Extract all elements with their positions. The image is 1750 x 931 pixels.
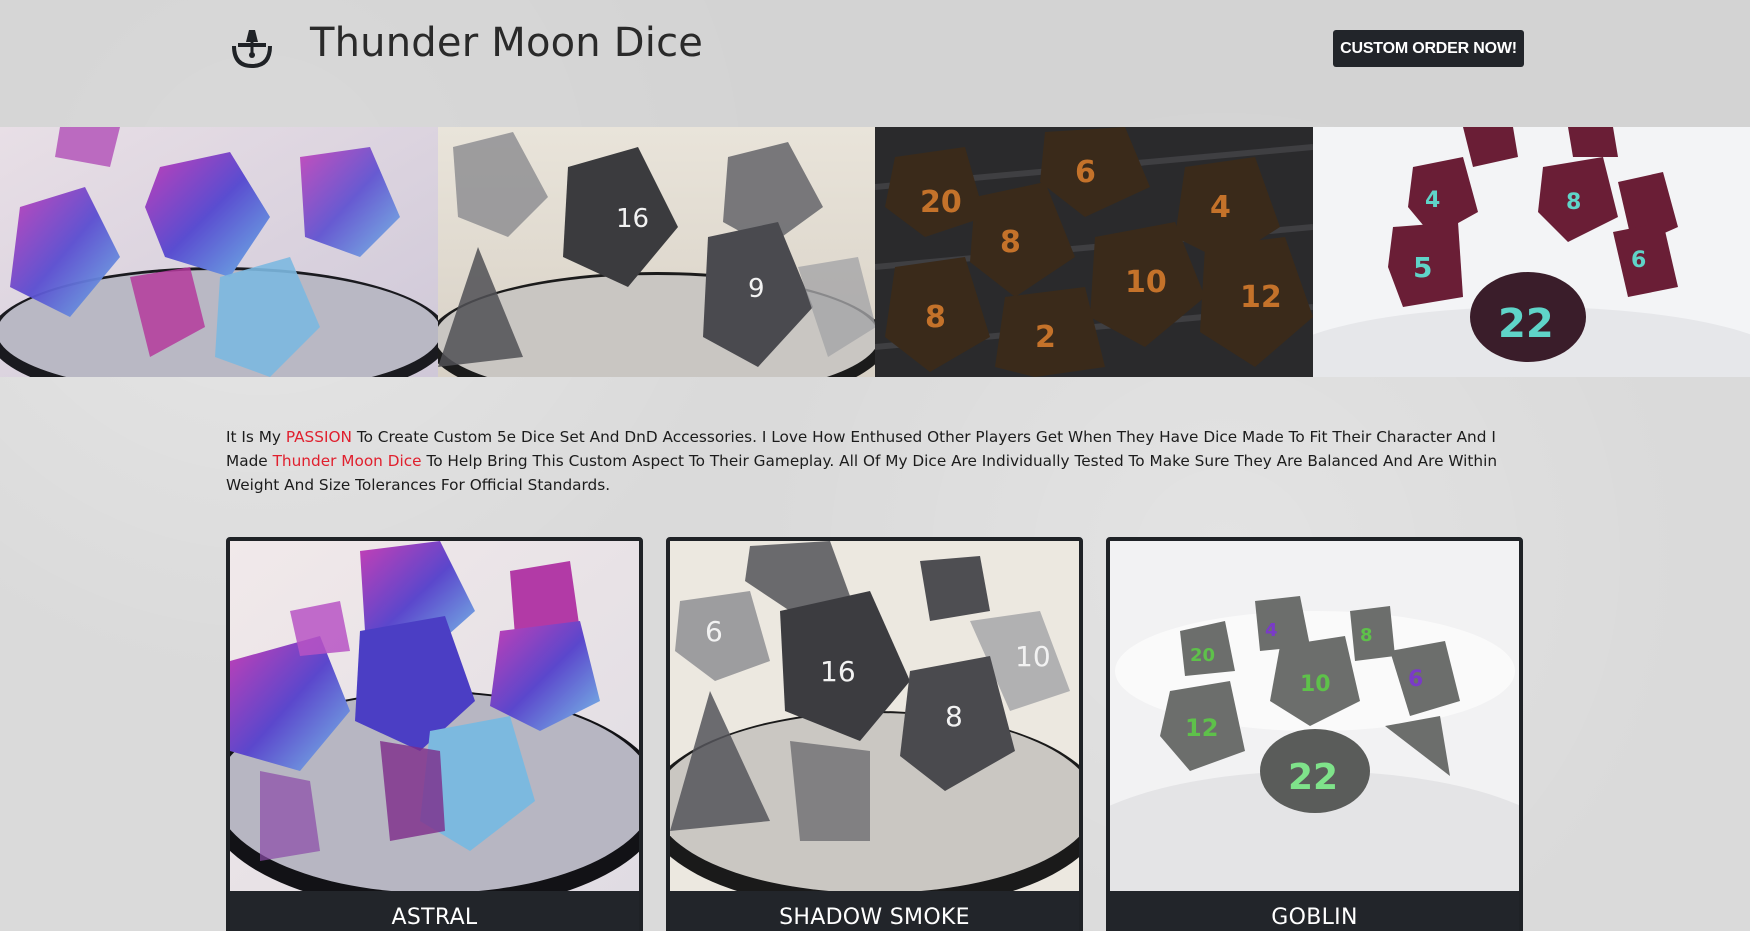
svg-text:6: 6	[1631, 248, 1646, 273]
svg-text:10: 10	[1300, 672, 1331, 697]
shadow-smoke-product-photo[interactable]: 16 6 8 10	[670, 541, 1079, 891]
mortar-pestle-logo-icon[interactable]	[228, 24, 276, 72]
brand-name-highlight: Thunder Moon Dice	[272, 452, 422, 470]
intro-text-part-1: It Is My	[226, 428, 286, 446]
astral-product-photo[interactable]	[230, 541, 639, 891]
product-label[interactable]: SHADOW SMOKE	[670, 891, 1079, 931]
svg-text:10: 10	[1015, 640, 1051, 673]
product-label[interactable]: GOBLIN	[1110, 891, 1519, 931]
product-card-astral[interactable]: ASTRAL	[226, 537, 643, 931]
svg-text:22: 22	[1498, 301, 1554, 347]
svg-text:2: 2	[1035, 320, 1056, 355]
svg-text:4: 4	[1265, 620, 1278, 641]
svg-text:8: 8	[925, 300, 946, 335]
svg-text:8: 8	[945, 700, 963, 733]
shadow-smoke-dice-photo: 16 9	[437, 127, 875, 377]
svg-text:8: 8	[1000, 225, 1021, 260]
svg-text:5: 5	[1413, 251, 1432, 284]
intro-paragraph: It Is My PASSION To Create Custom 5e Dic…	[226, 425, 1526, 497]
svg-text:4: 4	[1210, 190, 1231, 225]
astral-dice-photo	[0, 127, 438, 377]
svg-text:6: 6	[705, 615, 723, 648]
custom-order-button[interactable]: CUSTOM ORDER NOW!	[1333, 30, 1524, 67]
svg-text:6: 6	[1408, 667, 1423, 692]
site-title[interactable]: Thunder Moon Dice	[310, 20, 703, 66]
svg-text:8: 8	[1360, 625, 1373, 646]
svg-text:12: 12	[1185, 714, 1218, 742]
passion-highlight: PASSION	[285, 428, 352, 446]
svg-text:20: 20	[1190, 645, 1215, 666]
product-label[interactable]: ASTRAL	[230, 891, 639, 931]
copper-fleck-dice-photo: 20 8 6 8 10 4 12 2	[875, 127, 1313, 377]
hero-image-strip: 16 9 20 8 6 8 10 4 12 2 4 8 5 6 22	[0, 127, 1750, 377]
svg-text:16: 16	[616, 204, 649, 234]
product-card-goblin[interactable]: 20 4 8 10 6 12 22 GOBLIN	[1106, 537, 1523, 931]
svg-text:4: 4	[1425, 188, 1440, 213]
svg-text:20: 20	[920, 185, 962, 220]
svg-text:22: 22	[1288, 757, 1338, 798]
teal-crimson-dice-photo: 4 8 5 6 22	[1312, 127, 1750, 377]
svg-text:12: 12	[1240, 280, 1282, 315]
svg-text:10: 10	[1125, 265, 1167, 300]
site-header: Thunder Moon Dice CUSTOM ORDER NOW!	[0, 0, 1750, 127]
svg-text:9: 9	[748, 274, 765, 304]
goblin-product-photo[interactable]: 20 4 8 10 6 12 22	[1110, 541, 1519, 891]
svg-text:8: 8	[1566, 190, 1581, 215]
svg-text:6: 6	[1075, 155, 1096, 190]
product-card-shadow-smoke[interactable]: 16 6 8 10 SHADOW SMOKE	[666, 537, 1083, 931]
svg-text:16: 16	[820, 655, 856, 688]
